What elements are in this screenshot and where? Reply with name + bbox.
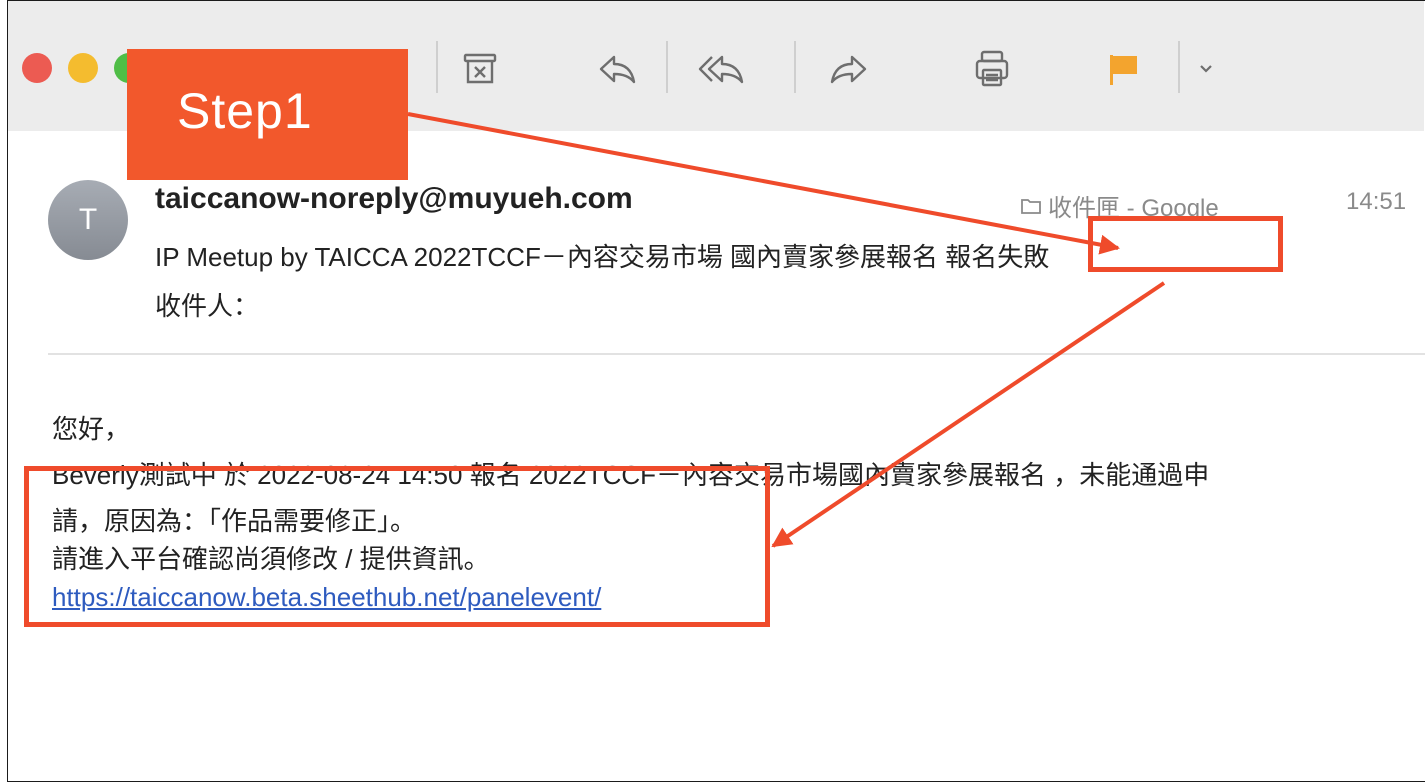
body-greeting: 您好， [52,414,131,444]
reply-button[interactable] [590,41,646,97]
flag-button[interactable] [1096,41,1152,97]
print-icon [975,50,1009,87]
close-window-button[interactable] [22,53,52,83]
toolbar-separator [436,41,438,93]
archive-button[interactable] [452,41,508,97]
toolbar-separator [666,41,668,93]
header-divider [48,353,1425,355]
recipient-label: 收件人： [155,291,260,321]
folder-icon [1021,198,1041,214]
flag-menu-button[interactable] [1188,41,1224,97]
chevron-down-icon [1200,65,1212,73]
archive-icon [463,53,497,84]
reason-highlight-box [24,466,770,627]
print-button[interactable] [964,41,1020,97]
avatar-initial: T [78,203,98,236]
sender-avatar: T [48,180,128,260]
forward-icon [830,55,867,84]
email-subject: IP Meetup by TAICCA 2022TCCF－內容交易市場 國內賣家… [155,237,1049,274]
subject-main: IP Meetup by TAICCA 2022TCCF－內容交易市場 國內賣家… [155,242,939,272]
received-time: 14:51 [1346,188,1407,215]
status-highlight-box [1088,216,1283,272]
subject-status: 報名失敗 [945,242,1050,272]
forward-button[interactable] [820,41,876,97]
sender-address[interactable]: taiccanow-noreply@muyueh.com [155,182,633,216]
minimize-window-button[interactable] [68,53,98,83]
reply-icon [599,55,636,84]
reply-all-icon [698,55,744,84]
reply-all-button[interactable] [694,41,750,97]
step-label: Step1 [177,83,313,139]
toolbar-separator [1178,41,1180,93]
flag-icon [1110,55,1137,85]
toolbar-separator [794,41,796,93]
